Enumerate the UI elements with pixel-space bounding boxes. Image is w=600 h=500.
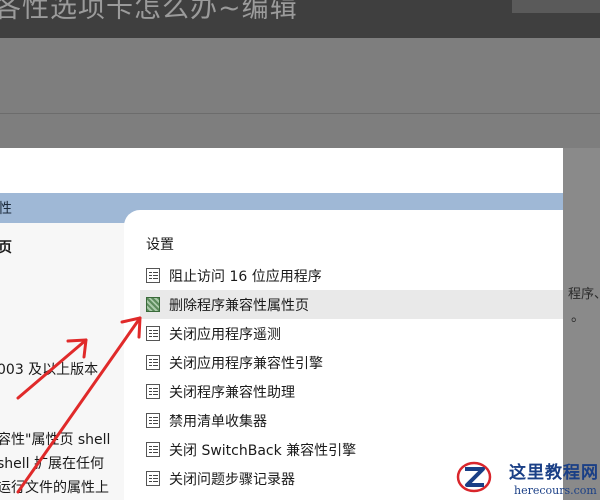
watermark-logo: 这里教程网 herecours.com: [452, 455, 600, 500]
logo-name: 这里教程网: [509, 463, 599, 483]
logo-z-icon: [456, 461, 492, 493]
logo-url: herecours.com: [514, 484, 597, 497]
annotation-arrow: [16, 338, 88, 400]
annotation-arrows: [16, 316, 142, 494]
